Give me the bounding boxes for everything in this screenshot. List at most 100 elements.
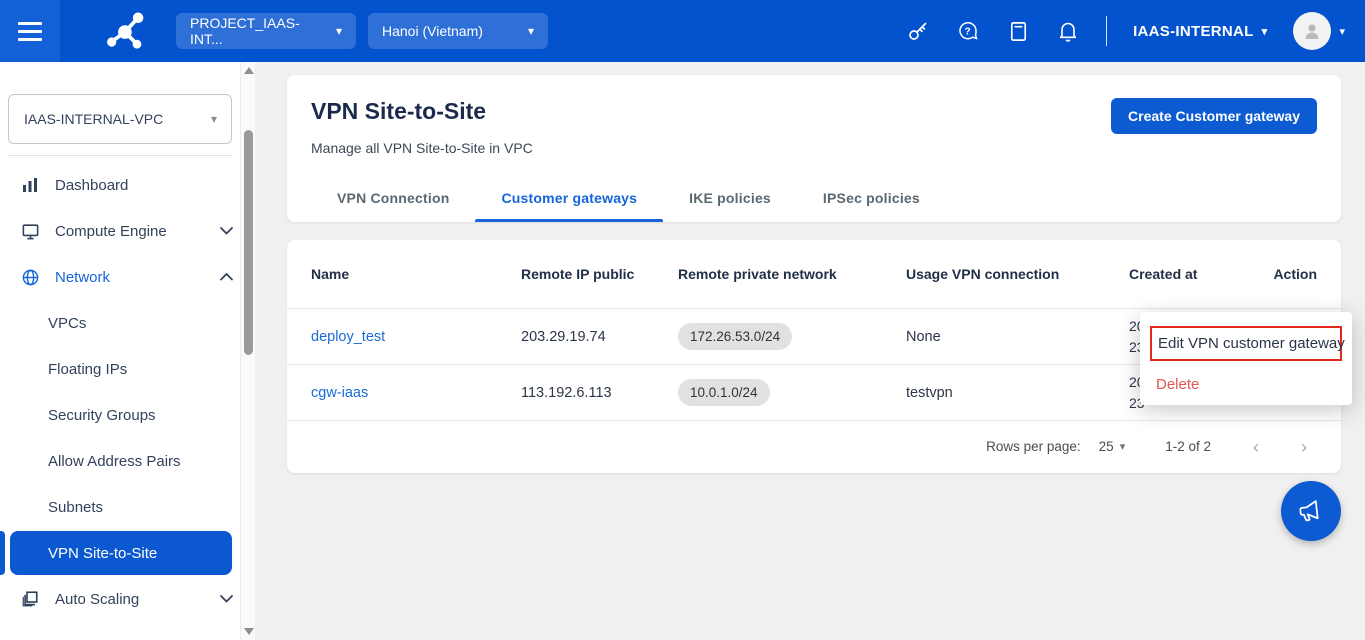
edit-vpn-customer-gateway-menu-item[interactable]: Edit VPN customer gateway: [1150, 326, 1342, 361]
vpc-selector[interactable]: IAAS-INTERNAL-VPC ▾: [8, 94, 232, 144]
support-chat-icon: ?: [956, 19, 980, 44]
compute-monitor-icon: [20, 222, 40, 241]
column-header-remote-private-network: Remote private network: [678, 266, 906, 282]
rows-per-page-value: 25: [1099, 439, 1114, 454]
sidebar-item-vpcs[interactable]: VPCs: [0, 300, 255, 346]
remote-ip-value: 113.192.6.113: [521, 385, 678, 401]
vpc-selector-value: IAAS-INTERNAL-VPC: [24, 111, 163, 127]
chevron-down-icon: ▾: [528, 24, 534, 38]
hamburger-icon: [18, 22, 42, 41]
next-page-button[interactable]: ›: [1301, 438, 1307, 456]
sidebar-item-label: Auto Scaling: [55, 591, 139, 608]
account-menu[interactable]: IAAS-INTERNAL ▾: [1133, 23, 1267, 40]
scroll-up-arrow-icon[interactable]: [244, 67, 254, 74]
project-selector-value: PROJECT_IAAS-INT...: [190, 15, 326, 47]
sidebar-item-compute-engine[interactable]: Compute Engine: [0, 208, 255, 254]
previous-page-button[interactable]: ‹: [1253, 438, 1259, 456]
sidebar-item-security-groups[interactable]: Security Groups: [0, 392, 255, 438]
page-subtitle: Manage all VPN Site-to-Site in VPC: [311, 140, 1341, 156]
tab-ipsec-policies[interactable]: IPSec policies: [797, 190, 946, 222]
notifications-button[interactable]: [1056, 19, 1080, 43]
active-item-indicator: [0, 531, 5, 575]
gateway-name-link[interactable]: cgw-iaas: [311, 385, 368, 401]
delete-menu-item[interactable]: Delete: [1140, 367, 1352, 393]
sidebar-divider: [8, 155, 232, 156]
remote-private-network-chip: 172.26.53.0/24: [678, 323, 792, 350]
row-action-context-menu: Edit VPN customer gateway Delete: [1140, 312, 1352, 405]
chevron-down-icon: [220, 595, 233, 603]
sidebar-item-label: Allow Address Pairs: [48, 453, 181, 470]
pagination-bar: Rows per page: 25 ▾ 1-2 of 2 ‹ ›: [287, 420, 1341, 472]
notifications-bell-icon: [1056, 19, 1080, 43]
menu-toggle-button[interactable]: [0, 0, 60, 62]
column-header-created-at: Created at: [1129, 266, 1269, 282]
pagination-range: 1-2 of 2: [1165, 439, 1211, 454]
megaphone-icon: [1296, 496, 1327, 527]
avatar-menu[interactable]: ▾: [1293, 12, 1345, 50]
remote-ip-value: 203.29.19.74: [521, 329, 678, 345]
sidebar-item-allow-address-pairs[interactable]: Allow Address Pairs: [0, 438, 255, 484]
column-header-remote-ip: Remote IP public: [521, 266, 678, 282]
sidebar-scrollbar[interactable]: [240, 62, 255, 640]
column-header-name: Name: [311, 266, 521, 282]
header-divider: [1106, 16, 1107, 46]
scrollbar-thumb[interactable]: [244, 130, 253, 355]
chevron-down-icon: ▾: [211, 112, 217, 126]
dashboard-icon: [20, 176, 40, 194]
documentation-button[interactable]: [1006, 19, 1030, 43]
chevron-down-icon: ▾: [336, 24, 342, 38]
remote-private-network-chip: 10.0.1.0/24: [678, 379, 770, 406]
chevron-up-icon: [220, 273, 233, 281]
api-key-button[interactable]: [906, 19, 930, 43]
sidebar-item-auto-scaling[interactable]: Auto Scaling: [0, 576, 255, 622]
sidebar-item-label: Compute Engine: [55, 223, 167, 240]
table-header-row: Name Remote IP public Remote private net…: [287, 240, 1341, 308]
sidebar-item-label: Network: [55, 269, 110, 286]
rows-per-page-label: Rows per page:: [986, 439, 1081, 454]
sidebar-item-label: Subnets: [48, 499, 103, 516]
sidebar: IAAS-INTERNAL-VPC ▾ Dashboard Compute En…: [0, 62, 255, 640]
network-globe-icon: [20, 268, 40, 287]
app-header: PROJECT_IAAS-INT... ▾ Hanoi (Vietnam) ▾ …: [0, 0, 1365, 62]
rows-per-page-select[interactable]: 25 ▾: [1099, 439, 1126, 454]
region-selector[interactable]: Hanoi (Vietnam) ▾: [368, 13, 548, 49]
avatar: [1293, 12, 1331, 50]
tab-ike-policies[interactable]: IKE policies: [663, 190, 797, 222]
sidebar-item-floating-ips[interactable]: Floating IPs: [0, 346, 255, 392]
sidebar-item-vpn-site-to-site[interactable]: VPN Site-to-Site: [10, 531, 232, 575]
gateway-name-link[interactable]: deploy_test: [311, 329, 385, 345]
chevron-down-icon: ▾: [1262, 25, 1268, 38]
project-selector[interactable]: PROJECT_IAAS-INT... ▾: [176, 13, 356, 49]
auto-scaling-layers-icon: [20, 590, 40, 608]
sidebar-item-vpn-site-to-site-row: VPN Site-to-Site: [0, 530, 255, 576]
sidebar-item-subnets[interactable]: Subnets: [0, 484, 255, 530]
svg-text:?: ?: [965, 26, 971, 37]
usage-vpn-connection-value: None: [906, 329, 1129, 345]
announcements-fab-button[interactable]: [1281, 481, 1341, 541]
sidebar-item-network[interactable]: Network: [0, 254, 255, 300]
chevron-down-icon: ▾: [1120, 440, 1126, 453]
user-icon: [1300, 19, 1324, 43]
scroll-down-arrow-icon[interactable]: [244, 628, 254, 635]
column-header-usage-vpn-connection: Usage VPN connection: [906, 266, 1129, 282]
sidebar-item-label: VPCs: [48, 315, 86, 332]
key-icon: [906, 19, 930, 43]
sidebar-item-label: Security Groups: [48, 407, 156, 424]
usage-vpn-connection-value: testvpn: [906, 385, 1129, 401]
tab-vpn-connection[interactable]: VPN Connection: [311, 190, 475, 222]
docs-book-icon: [1007, 20, 1030, 43]
support-button[interactable]: ?: [956, 19, 980, 43]
sidebar-item-label: Dashboard: [55, 177, 128, 194]
tab-customer-gateways[interactable]: Customer gateways: [475, 190, 663, 222]
chevron-down-icon: ▾: [1339, 25, 1345, 38]
sidebar-item-label: VPN Site-to-Site: [48, 545, 157, 562]
page-header-card: VPN Site-to-Site Manage all VPN Site-to-…: [287, 75, 1341, 222]
account-name: IAAS-INTERNAL: [1133, 23, 1254, 40]
sidebar-item-dashboard[interactable]: Dashboard: [0, 162, 255, 208]
create-customer-gateway-button[interactable]: Create Customer gateway: [1111, 98, 1317, 134]
tab-bar: VPN Connection Customer gateways IKE pol…: [311, 190, 946, 222]
column-header-action: Action: [1269, 266, 1317, 282]
chevron-down-icon: [220, 227, 233, 235]
region-selector-value: Hanoi (Vietnam): [382, 23, 483, 39]
brand-logo-icon: [104, 9, 148, 53]
